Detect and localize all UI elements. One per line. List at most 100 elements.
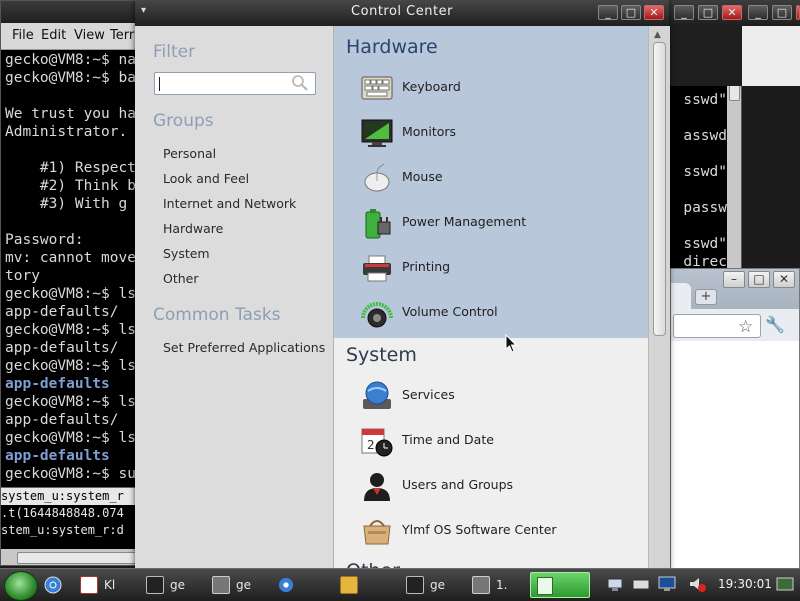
control-center-main: Hardware Keyboard Monitors Mouse Power M… <box>333 26 648 570</box>
terminal-line: gecko@VM8:~$ ls <box>5 394 136 410</box>
scroll-thumb[interactable] <box>653 42 666 336</box>
task-folder[interactable] <box>340 573 364 597</box>
maximize-button[interactable]: □ <box>772 5 792 20</box>
keyboard-layout-icon[interactable] <box>632 575 650 593</box>
terminal-line: mv: cannot move <box>5 250 136 266</box>
item-services[interactable]: Services <box>360 379 620 413</box>
item-keyboard[interactable]: Keyboard <box>360 71 620 105</box>
background-window-body <box>742 26 800 86</box>
item-printing[interactable]: Printing <box>360 251 620 285</box>
users-icon <box>364 473 390 501</box>
task-control-center-active[interactable] <box>530 572 590 598</box>
scroll-up-arrow-icon[interactable]: ▲ <box>654 30 661 40</box>
control-center-window[interactable]: ▾ Control Center _ □ ✕ Filter Groups Per… <box>135 0 670 570</box>
sidebar: Filter Groups Personal Look and Feel Int… <box>135 26 333 570</box>
group-personal[interactable]: Personal <box>163 146 216 161</box>
task-terminal[interactable]: ge <box>146 573 185 597</box>
maximize-button[interactable]: □ <box>748 271 770 288</box>
mouse-pointer-icon <box>505 334 518 353</box>
group-internet-and-network[interactable]: Internet and Network <box>163 196 296 211</box>
monitor-icon <box>361 119 393 147</box>
terminal-line: Password: <box>5 232 84 248</box>
minimize-button[interactable]: _ <box>674 5 694 20</box>
group-other[interactable]: Other <box>163 271 199 286</box>
browser-tab[interactable] <box>671 283 691 309</box>
group-hardware[interactable]: Hardware <box>163 221 223 236</box>
terminal-line: sswd" <box>683 164 727 180</box>
terminal-icon <box>146 576 164 594</box>
battery-icon <box>365 209 391 239</box>
maximize-button[interactable]: □ <box>621 5 641 20</box>
terminal-line: tory <box>5 268 40 284</box>
item-volume-control[interactable]: Volume Control <box>360 296 620 330</box>
item-label: Volume Control <box>402 304 498 319</box>
address-bar[interactable]: ☆ <box>673 314 761 338</box>
display-icon[interactable] <box>658 575 676 593</box>
terminal-line: .t(1644848848.074 <box>1 506 124 520</box>
terminal-icon <box>406 576 424 594</box>
item-time-and-date[interactable]: 2 Time and Date <box>360 424 620 458</box>
bookmark-star-icon[interactable]: ☆ <box>738 317 753 337</box>
item-label: Monitors <box>402 124 457 139</box>
task-terminal[interactable]: 1. <box>472 573 507 597</box>
close-button[interactable]: ✕ <box>722 5 742 20</box>
task-solitaire[interactable]: Kl <box>80 573 115 597</box>
item-label: Users and Groups <box>402 477 514 492</box>
maximize-button[interactable]: □ <box>698 5 718 20</box>
minimize-button[interactable]: _ <box>748 5 768 20</box>
minimize-button[interactable]: – <box>723 271 745 288</box>
start-menu-button[interactable] <box>4 571 38 601</box>
item-label: Mouse <box>402 169 443 184</box>
show-desktop-icon[interactable] <box>776 575 794 593</box>
filter-input[interactable] <box>154 72 316 95</box>
task-label: ge <box>170 578 185 592</box>
printer-icon <box>363 255 391 282</box>
group-look-and-feel[interactable]: Look and Feel <box>163 171 249 186</box>
item-label: Services <box>402 387 455 402</box>
minimize-button[interactable]: _ <box>598 5 618 20</box>
new-tab-button[interactable]: + <box>695 289 717 305</box>
network-icon[interactable] <box>606 575 624 593</box>
close-button[interactable]: ✕ <box>644 5 664 20</box>
menu-edit[interactable]: Edit <box>41 28 66 43</box>
terminal-line: asswd <box>683 128 727 144</box>
chrome-icon[interactable] <box>44 576 62 594</box>
speaker-icon <box>361 302 393 328</box>
volume-muted-icon[interactable] <box>688 575 706 593</box>
terminal-line: system_u:system_r <box>1 488 137 505</box>
search-icon <box>292 75 308 91</box>
browser-window[interactable]: – □ ✕ + ☆ 🔧 <box>670 268 800 571</box>
filter-heading: Filter <box>153 42 196 62</box>
background-window[interactable]: _ □ ✕ _ □ <box>668 0 800 86</box>
browser-toolbar: ☆ 🔧 <box>671 309 799 341</box>
terminal-line: sswd" <box>683 236 727 252</box>
item-mouse[interactable]: Mouse <box>360 161 620 195</box>
wrench-icon[interactable]: 🔧 <box>765 315 785 334</box>
scroll-thumb[interactable] <box>17 552 137 564</box>
menu-view[interactable]: View <box>74 28 105 43</box>
task-set-preferred-applications[interactable]: Set Preferred Applications <box>163 340 325 355</box>
item-ylmf-os-software-center[interactable]: Ylmf OS Software Center <box>360 514 620 548</box>
menu-file[interactable]: File <box>12 28 34 43</box>
task-terminal[interactable]: ge <box>406 573 445 597</box>
terminal-horizontal-scrollbar[interactable] <box>1 549 137 565</box>
control-center-scrollbar[interactable]: ▲ <box>648 26 670 570</box>
close-button[interactable] <box>796 5 800 20</box>
item-label: Ylmf OS Software Center <box>402 522 557 537</box>
section-heading-hardware: Hardware <box>346 36 438 58</box>
task-terminal[interactable]: ge <box>212 573 251 597</box>
terminal-line: gecko@VM8:~$ ba <box>5 70 136 86</box>
task-chrome[interactable] <box>278 573 300 597</box>
clock[interactable]: 19:30:01 <box>718 577 772 591</box>
terminal-line: app-defaults <box>5 376 110 392</box>
terminal-line: gecko@VM8:~$ na <box>5 52 136 68</box>
background-window-titlebar[interactable]: _ □ ✕ _ □ <box>668 0 800 26</box>
item-power-management[interactable]: Power Management <box>360 206 620 240</box>
menu-terminal[interactable]: Terr <box>110 28 134 43</box>
close-button[interactable]: ✕ <box>773 271 795 288</box>
task-label: Kl <box>104 578 116 592</box>
group-system[interactable]: System <box>163 246 210 261</box>
item-monitors[interactable]: Monitors <box>360 116 620 150</box>
control-center-titlebar[interactable]: ▾ Control Center _ □ ✕ <box>135 0 669 26</box>
item-users-and-groups[interactable]: Users and Groups <box>360 469 620 503</box>
